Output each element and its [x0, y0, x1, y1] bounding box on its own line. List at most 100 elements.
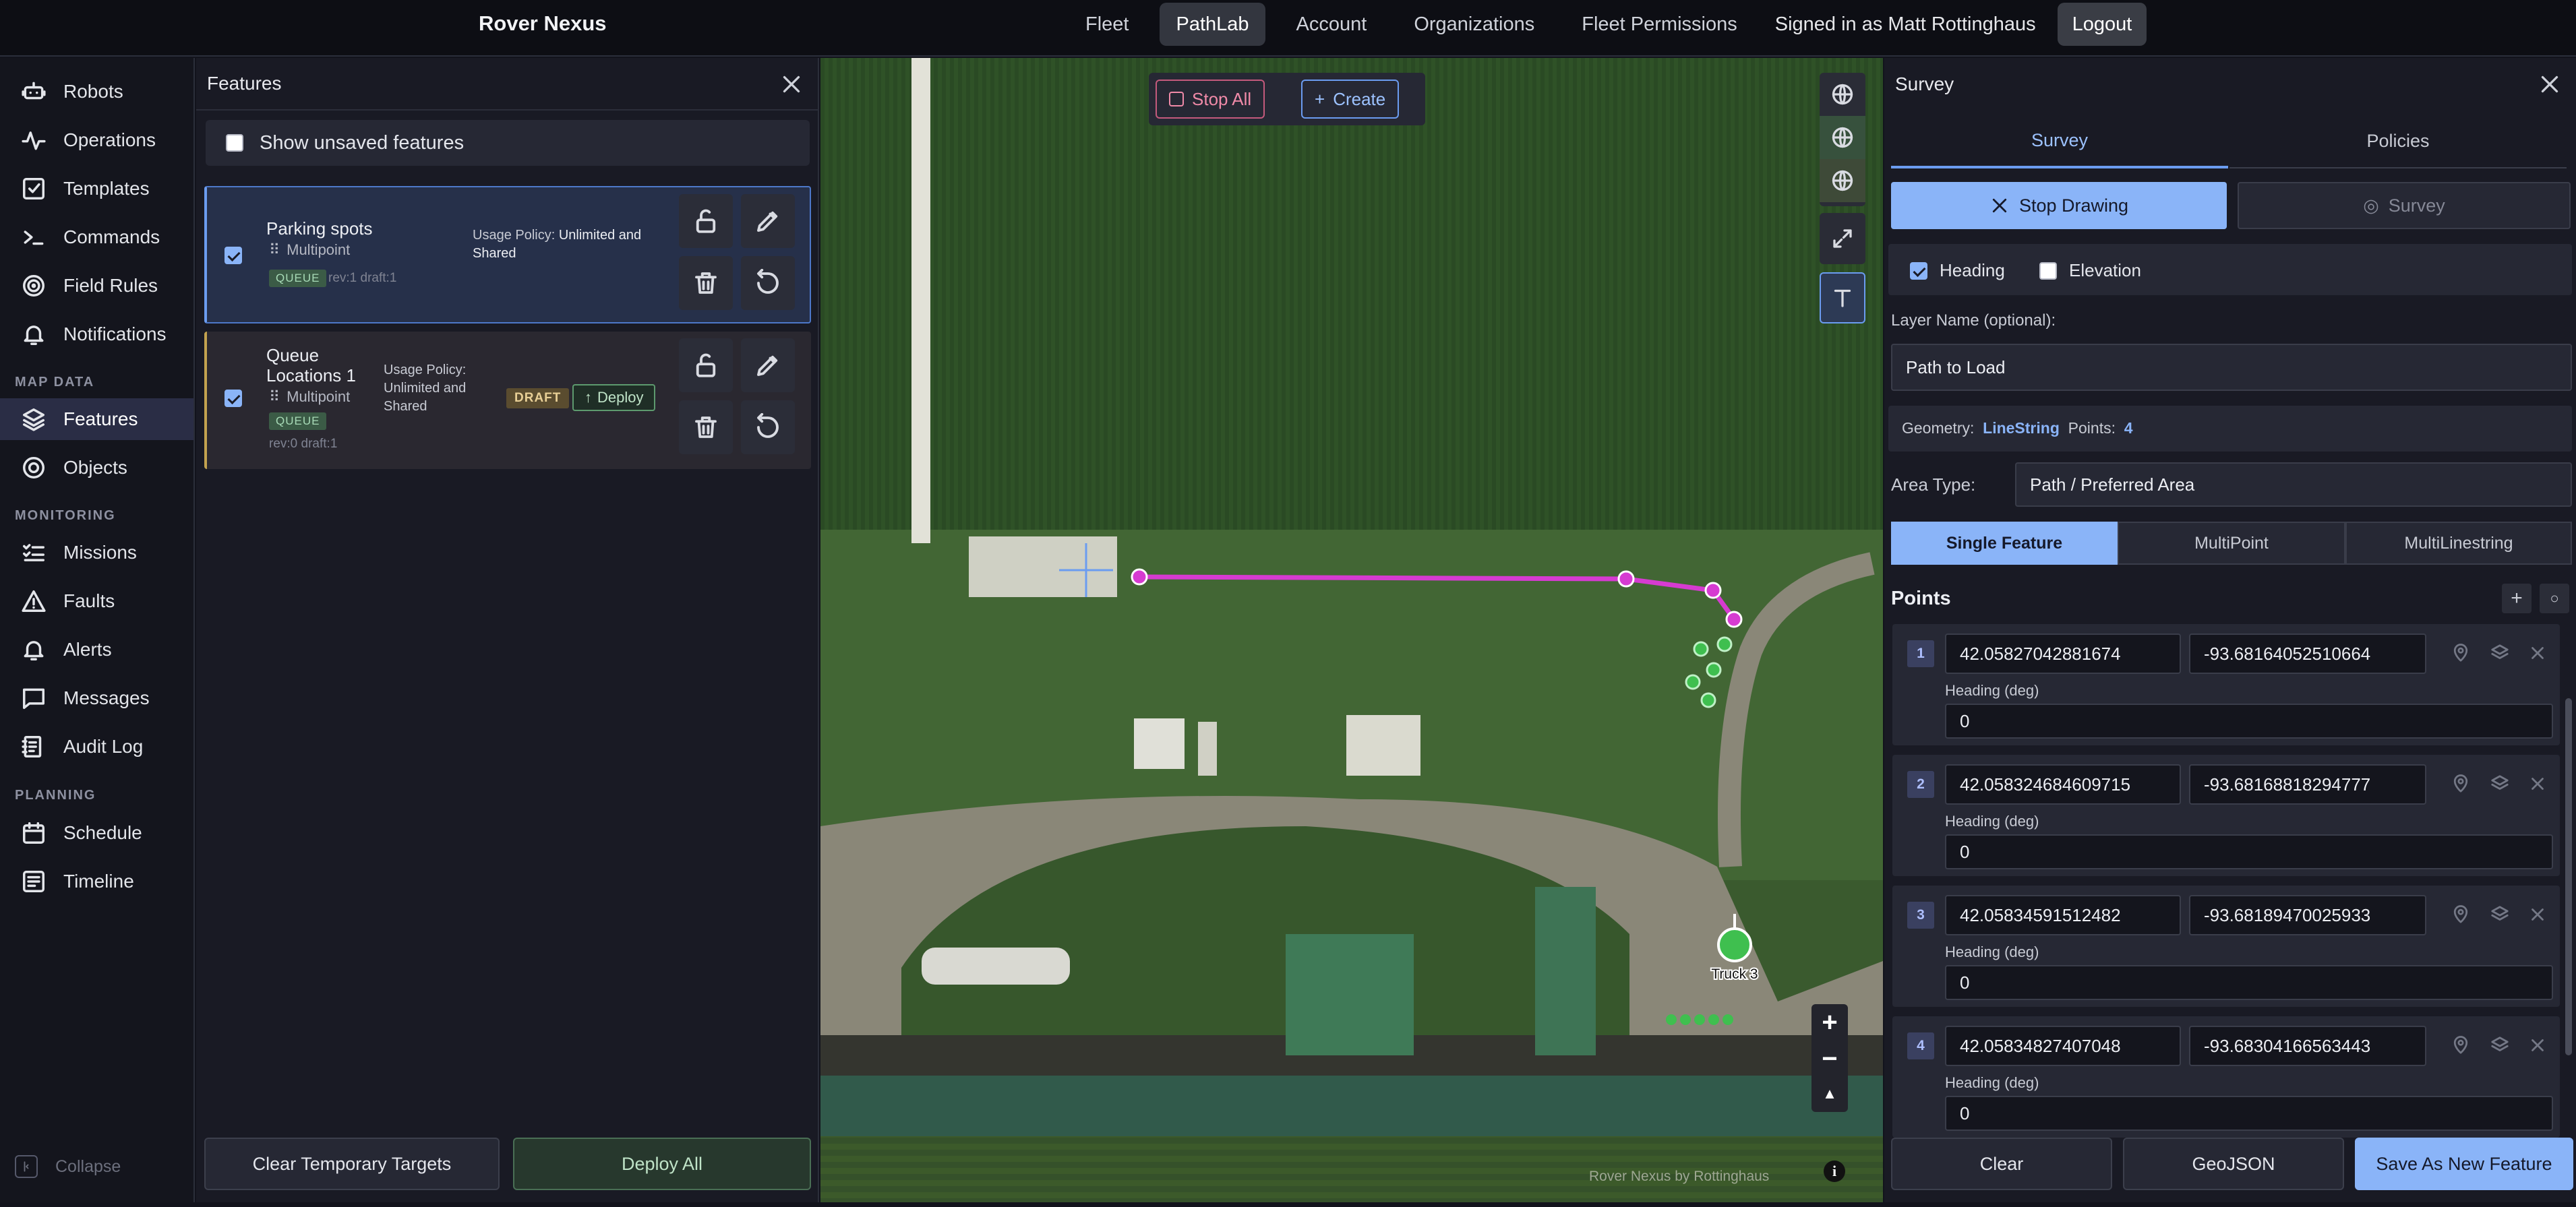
parking-spot[interactable]	[1694, 1014, 1705, 1025]
text-tool-button[interactable]	[1820, 272, 1865, 323]
sidebar-item-messages[interactable]: Messages	[0, 677, 193, 719]
latitude-input[interactable]: 42.05827042881674	[1945, 633, 2181, 674]
path-vertex[interactable]	[1617, 570, 1635, 588]
compass-button[interactable]: ▲	[1811, 1077, 1848, 1111]
nav-fleet-permissions[interactable]: Fleet Permissions	[1565, 3, 1753, 46]
sidebar-item-missions[interactable]: Missions	[0, 532, 193, 574]
info-icon[interactable]: i	[1824, 1160, 1845, 1182]
globe-icon[interactable]	[1820, 73, 1865, 116]
parking-spot[interactable]	[1708, 1014, 1719, 1025]
sidebar-item-field-rules[interactable]: Field Rules	[0, 265, 193, 307]
area-type-select[interactable]: Path / Preferred Area	[2015, 462, 2572, 507]
latitude-input[interactable]: 42.05834591512482	[1945, 895, 2181, 935]
satellite-map[interactable]: Truck 3 Rover Nexus by Rottinghaus	[820, 58, 1883, 1202]
collapse-button[interactable]: Collapse	[15, 1155, 121, 1178]
sidebar-item-features[interactable]: Features	[0, 398, 193, 440]
nav-organizations[interactable]: Organizations	[1398, 3, 1551, 46]
edit-button[interactable]	[741, 338, 795, 392]
terrain-layer-icon[interactable]	[1820, 159, 1865, 202]
tab-policies[interactable]: Policies	[2229, 115, 2567, 168]
stack-icon[interactable]	[2488, 642, 2511, 664]
map-view[interactable]: Truck 3 Rover Nexus by Rottinghaus Stop …	[820, 58, 1883, 1202]
heading-input[interactable]: 0	[1945, 704, 2553, 739]
stack-icon[interactable]	[2488, 903, 2511, 926]
path-vertex[interactable]	[1131, 568, 1148, 586]
elevation-checkbox[interactable]	[2039, 261, 2057, 280]
longitude-input[interactable]: -93.68189470025933	[2189, 895, 2426, 935]
fullscreen-button[interactable]	[1820, 213, 1865, 264]
deploy-all-button[interactable]: Deploy All	[513, 1138, 811, 1190]
delete-button[interactable]	[679, 400, 733, 454]
longitude-input[interactable]: -93.68164052510664	[2189, 633, 2426, 674]
remove-point-icon[interactable]	[2526, 1034, 2549, 1057]
parking-spot[interactable]	[1680, 1014, 1691, 1025]
revert-button[interactable]	[741, 400, 795, 454]
sidebar-item-timeline[interactable]: Timeline	[0, 861, 193, 902]
revert-button[interactable]	[741, 256, 795, 310]
sidebar-item-alerts[interactable]: Alerts	[0, 629, 193, 671]
sidebar-item-schedule[interactable]: Schedule	[0, 812, 193, 854]
segment-single-feature[interactable]: Single Feature	[1891, 522, 2118, 565]
heading-toggle[interactable]: Heading	[1910, 260, 2005, 281]
feature-visible-checkbox[interactable]	[224, 247, 242, 264]
pin-icon[interactable]	[2449, 1034, 2472, 1057]
close-icon[interactable]	[2537, 71, 2563, 97]
queue-point[interactable]	[1700, 692, 1716, 708]
logout-button[interactable]: Logout	[2057, 3, 2147, 46]
satellite-layer-icon[interactable]	[1820, 116, 1865, 159]
layer-name-input[interactable]: Path to Load	[1891, 344, 2572, 391]
sidebar-item-robots[interactable]: Robots	[0, 71, 193, 113]
close-icon[interactable]	[779, 71, 804, 97]
parking-spot[interactable]	[1666, 1014, 1677, 1025]
zoom-out-button[interactable]: −	[1811, 1041, 1848, 1077]
heading-input[interactable]: 0	[1945, 834, 2553, 869]
save-as-new-feature-button[interactable]: Save As New Feature	[2355, 1138, 2573, 1190]
delete-button[interactable]	[679, 256, 733, 310]
sidebar-item-templates[interactable]: Templates	[0, 168, 193, 210]
sidebar-item-notifications[interactable]: Notifications	[0, 313, 193, 355]
remove-point-icon[interactable]	[2526, 903, 2549, 926]
latitude-input[interactable]: 42.05834827407048	[1945, 1026, 2181, 1066]
stack-icon[interactable]	[2488, 1034, 2511, 1057]
sidebar-item-faults[interactable]: Faults	[0, 580, 193, 622]
add-point-button[interactable]: +	[2502, 584, 2532, 613]
clear-temporary-targets-button[interactable]: Clear Temporary Targets	[204, 1138, 500, 1190]
queue-point[interactable]	[1685, 674, 1701, 690]
robot-marker[interactable]	[1717, 927, 1752, 962]
nav-pathlab[interactable]: PathLab	[1160, 3, 1265, 46]
path-vertex[interactable]	[1725, 611, 1743, 628]
unlock-button[interactable]	[679, 194, 733, 248]
geojson-button[interactable]: GeoJSON	[2123, 1138, 2344, 1190]
sidebar-item-operations[interactable]: Operations	[0, 119, 193, 161]
queue-point[interactable]	[1716, 636, 1733, 652]
stack-icon[interactable]	[2488, 772, 2511, 795]
segment-multilinestring[interactable]: MultiLinestring	[2345, 522, 2572, 565]
show-unsaved-toggle[interactable]: Show unsaved features	[206, 120, 810, 166]
queue-point[interactable]	[1693, 641, 1709, 657]
feature-visible-checkbox[interactable]	[224, 390, 242, 407]
stop-drawing-button[interactable]: Stop Drawing	[1891, 182, 2227, 229]
longitude-input[interactable]: -93.68304166563443	[2189, 1026, 2426, 1066]
sidebar-item-commands[interactable]: Commands	[0, 216, 193, 258]
points-scrollbar[interactable]	[2565, 698, 2572, 1055]
circle-tool-button[interactable]: ○	[2540, 584, 2569, 613]
sidebar-item-objects[interactable]: Objects	[0, 447, 193, 489]
heading-input[interactable]: 0	[1945, 965, 2553, 1000]
unlock-button[interactable]	[679, 338, 733, 392]
remove-point-icon[interactable]	[2526, 642, 2549, 664]
elevation-toggle[interactable]: Elevation	[2039, 260, 2141, 281]
heading-checkbox[interactable]	[1910, 261, 1927, 280]
queue-point[interactable]	[1706, 662, 1722, 678]
longitude-input[interactable]: -93.68168818294777	[2189, 764, 2426, 805]
stop-all-button[interactable]: Stop All	[1156, 80, 1265, 119]
sidebar-item-audit-log[interactable]: Audit Log	[0, 726, 193, 768]
heading-input[interactable]: 0	[1945, 1096, 2553, 1131]
pin-icon[interactable]	[2449, 772, 2472, 795]
remove-point-icon[interactable]	[2526, 772, 2549, 795]
clear-button[interactable]: Clear	[1891, 1138, 2112, 1190]
pin-icon[interactable]	[2449, 642, 2472, 664]
show-unsaved-checkbox[interactable]	[226, 134, 243, 152]
survey-button[interactable]: ◎ Survey	[2238, 182, 2571, 229]
path-vertex[interactable]	[1704, 582, 1722, 599]
feature-card-parking-spots[interactable]: Parking spots ⠿ Multipoint QUEUE rev:1 dr…	[204, 186, 811, 323]
